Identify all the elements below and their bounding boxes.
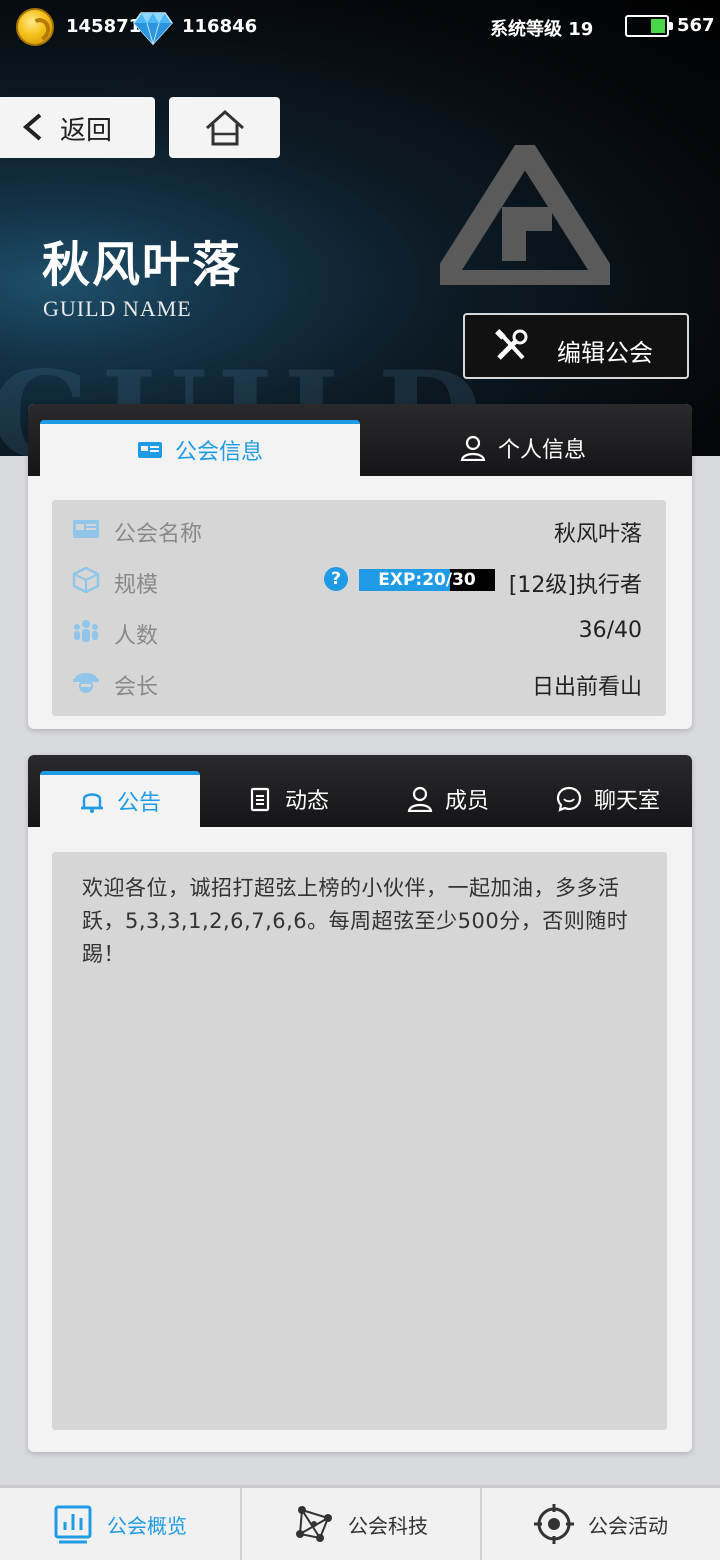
guild-subtitle: GUILD NAME [43,296,192,321]
info-label: 规模 [114,573,159,598]
guild-name-value: 秋风叶落 [553,522,642,547]
back-button[interactable]: 返回 [0,97,155,158]
coin-count: 145871 [66,16,142,37]
info-row-leader: 会长 日出前看山 [52,657,666,707]
info-tab-bar: 公会信息 个人信息 [28,404,692,476]
guild-header: GUILD 145871 116846 系统等级 19 567 返回 秋风叶落 … [0,0,720,456]
nav-guild-overview-label: 公会概览 [107,1513,187,1538]
guild-emblem-icon [440,145,610,285]
info-label: 公会名称 [114,522,203,547]
chart-icon [54,1505,92,1544]
edit-guild-button[interactable]: 编辑公会 [463,313,689,379]
exp-progress-bar: EXP:20/30 [359,569,495,591]
edit-guild-label: 编辑公会 [557,339,653,367]
tools-icon [495,329,528,360]
guild-notice-card: 公告 动态 成员 聊天室 欢迎各位，诚招打超弦上榜的小伙伴，一起加油，多多活跃，… [28,755,692,1452]
cube-icon [72,567,100,593]
system-level: 系统等级 19 [490,19,594,40]
clipboard-icon [250,787,270,812]
gold-coin-icon [16,8,54,46]
guild-rank-value: [12级]执行者 [508,573,642,598]
diamond-icon [133,12,173,45]
chat-icon [556,786,582,812]
tab-announcement-label: 公告 [116,791,161,816]
tab-chatroom[interactable]: 聊天室 [528,771,688,827]
member-count-value: 36/40 [578,618,642,643]
id-card-icon [137,442,162,458]
home-button[interactable] [169,97,280,158]
status-bar: 145871 116846 系统等级 19 567 [0,0,720,52]
battery-icon [625,15,673,37]
announcement-panel: 欢迎各位，诚招打超弦上榜的小伙伴，一起加油，多多活跃，5,3,3,1,2,6,7… [52,852,667,1430]
info-label: 人数 [114,624,159,649]
network-icon [296,1506,332,1542]
tab-personal-info-label: 个人信息 [497,438,586,463]
tab-members[interactable]: 成员 [368,771,528,827]
nav-guild-tech[interactable]: 公会科技 [240,1488,480,1560]
notice-tab-bar: 公告 动态 成员 聊天室 [28,755,692,827]
bottom-nav: 公会概览 公会科技 公会活动 [0,1485,720,1560]
guild-info-panel: 公会名称 秋风叶落 规模 ? EXP:20/30 [12级]执行者 人数 36/… [52,500,666,716]
guild-title: 秋风叶落 [42,237,243,293]
announcement-text: 欢迎各位，诚招打超弦上榜的小伙伴，一起加油，多多活跃，5,3,3,1,2,6,7… [82,876,629,966]
help-icon[interactable]: ? [324,567,348,591]
home-icon [206,109,244,146]
nav-guild-events[interactable]: 公会活动 [480,1488,720,1560]
id-card-icon [73,520,99,538]
battery-value: 567 [677,15,715,36]
info-row-guild-name: 公会名称 秋风叶落 [52,504,666,554]
tab-chatroom-label: 聊天室 [593,789,660,814]
tab-announcement[interactable]: 公告 [40,771,200,827]
people-icon [74,620,98,642]
tab-guild-info[interactable]: 公会信息 [40,420,360,476]
person-icon [460,435,486,461]
diamond-count: 116846 [182,16,258,37]
guild-info-card: 公会信息 个人信息 公会名称 秋风叶落 规模 ? EXP:20/30 [12级]… [28,404,692,729]
chevron-left-icon [22,113,42,141]
exp-text: EXP:20/30 [378,570,476,590]
nav-guild-tech-label: 公会科技 [348,1513,428,1538]
leader-value: 日出前看山 [531,675,642,700]
tab-guild-info-label: 公会信息 [174,440,263,465]
tab-personal-info[interactable]: 个人信息 [368,420,678,476]
leader-icon [73,673,99,693]
back-label: 返回 [60,116,113,146]
bell-icon [80,793,103,813]
tab-members-label: 成员 [444,789,489,814]
tab-activity[interactable]: 动态 [208,771,368,827]
tab-activity-label: 动态 [284,789,329,814]
nav-guild-events-label: 公会活动 [588,1513,668,1538]
info-row-scale: 规模 ? EXP:20/30 [12级]执行者 [52,555,666,605]
info-row-members: 人数 36/40 [52,606,666,656]
info-label: 会长 [114,675,159,700]
nav-guild-overview[interactable]: 公会概览 [0,1488,240,1560]
target-icon [534,1504,574,1544]
person-icon [407,786,433,812]
